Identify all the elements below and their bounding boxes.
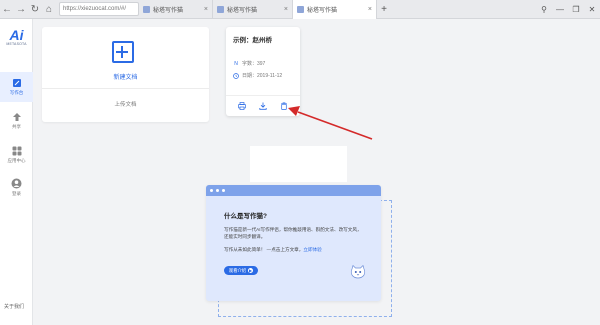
browser-tab-2[interactable]: 秘塔写作猫 × xyxy=(213,0,293,19)
sidebar-item-label: 应用中心 xyxy=(7,158,26,163)
address-bar[interactable]: https://xiezuocat.com/#/ xyxy=(59,2,139,16)
blank-panel xyxy=(250,146,347,182)
download-icon[interactable] xyxy=(258,102,267,111)
clock-icon xyxy=(233,72,239,79)
sidebar-item-label: 共享 xyxy=(12,124,21,129)
word-count: 字数：397 xyxy=(242,61,266,67)
new-document-button[interactable]: 新建文档 xyxy=(42,27,209,89)
tab-favicon-icon xyxy=(143,5,150,13)
intro-description: 写作猫是新一代AI写作伴侣，帮你推敲用语、斟酌文法、改写文风，还能实时同步翻译。 xyxy=(224,227,362,239)
cat-mascot-icon xyxy=(350,264,366,279)
new-document-label: 新建文档 xyxy=(113,75,138,81)
close-icon[interactable]: × xyxy=(204,6,208,13)
upload-document-button[interactable]: 上传文档 xyxy=(42,89,209,121)
browser-toolbar: ← → ↻ ⌂ https://xiezuocat.com/#/ 秘塔写作猫 ×… xyxy=(0,0,600,19)
tab-label: 秘塔写作猫 xyxy=(227,7,258,14)
close-icon[interactable]: × xyxy=(284,6,288,13)
share-icon xyxy=(11,111,22,122)
sidebar-item-apps[interactable]: 应用中心 xyxy=(0,145,33,164)
try-now-link[interactable]: 立即体验 xyxy=(303,247,321,252)
app-logo[interactable]: Ai METASOTA xyxy=(0,28,33,46)
home-icon[interactable]: ⌂ xyxy=(42,0,56,19)
window-dot-icon xyxy=(210,189,213,192)
browser-tab-1[interactable]: 秘塔写作猫 × xyxy=(139,0,213,19)
minimize-icon[interactable]: — xyxy=(552,0,568,19)
document-date: 日期：2019-11-12 xyxy=(242,73,283,79)
forward-icon[interactable]: → xyxy=(14,0,28,19)
intro-question-text: 写作从未如此简单！ —点击上方文章， xyxy=(224,247,304,252)
sample-document-card[interactable]: 示例：赵州桥 N 字数：397 日期：2019-11-12 xyxy=(226,27,300,116)
intro-window-bar xyxy=(206,185,381,196)
watch-intro-label: 观看介绍 xyxy=(228,267,247,273)
print-icon[interactable] xyxy=(238,102,247,111)
logo-text: METASOTA xyxy=(6,42,27,46)
sidebar-item-workspace[interactable]: 写作台 xyxy=(0,72,33,102)
user-icon xyxy=(11,178,22,189)
word-count-row: N 字数：397 xyxy=(233,60,266,68)
word-count-icon: N xyxy=(234,60,238,67)
intro-title: 什么是写作猫? xyxy=(224,213,267,220)
date-row: 日期：2019-11-12 xyxy=(233,72,282,79)
reload-icon[interactable]: ↻ xyxy=(28,0,42,19)
back-icon[interactable]: ← xyxy=(0,0,14,19)
sidebar-item-label: 登录 xyxy=(12,191,21,196)
tab-favicon-icon xyxy=(217,5,224,13)
window-dot-icon xyxy=(216,189,219,192)
tab-label: 秘塔写作猫 xyxy=(153,7,184,14)
intro-panel: 什么是写作猫? 写作猫是新一代AI写作伴侣，帮你推敲用语、斟酌文法、改写文风，还… xyxy=(206,185,381,301)
new-document-card[interactable]: 新建文档 上传文档 xyxy=(42,27,209,122)
tab-label: 秘塔写作猫 xyxy=(307,7,338,14)
document-actions xyxy=(226,95,300,116)
document-title: 示例：赵州桥 xyxy=(233,37,272,44)
pin-icon[interactable]: ⚲ xyxy=(536,0,552,19)
tab-favicon-icon xyxy=(297,5,304,13)
delete-icon[interactable] xyxy=(279,102,288,111)
sidebar-item-login[interactable]: 登录 xyxy=(0,178,33,197)
restore-icon[interactable]: ❐ xyxy=(568,0,584,19)
logo-mark-icon: Ai xyxy=(9,27,24,43)
add-document-icon xyxy=(112,41,134,63)
intro-question: 写作从未如此简单！ —点击上方文章，立即体验 xyxy=(224,247,322,253)
browser-tab-3[interactable]: 秘塔写作猫 × xyxy=(293,0,377,19)
sidebar-item-label: 写作台 xyxy=(9,90,24,95)
about-link[interactable]: 关于我们 xyxy=(4,303,24,310)
sidebar-item-share[interactable]: 共享 xyxy=(0,111,33,130)
new-tab-button[interactable]: + xyxy=(377,0,391,19)
close-window-icon[interactable]: ✕ xyxy=(584,0,600,19)
edit-icon xyxy=(11,77,22,88)
sidebar: Ai METASOTA 写作台 共享 应用中心 登录 关于我们 xyxy=(0,19,33,325)
window-dot-icon xyxy=(222,189,225,192)
play-icon: ▶ xyxy=(248,268,254,273)
apps-icon xyxy=(11,145,22,156)
watch-intro-button[interactable]: 观看介绍 ▶ xyxy=(224,266,258,275)
close-icon[interactable]: × xyxy=(368,6,372,13)
